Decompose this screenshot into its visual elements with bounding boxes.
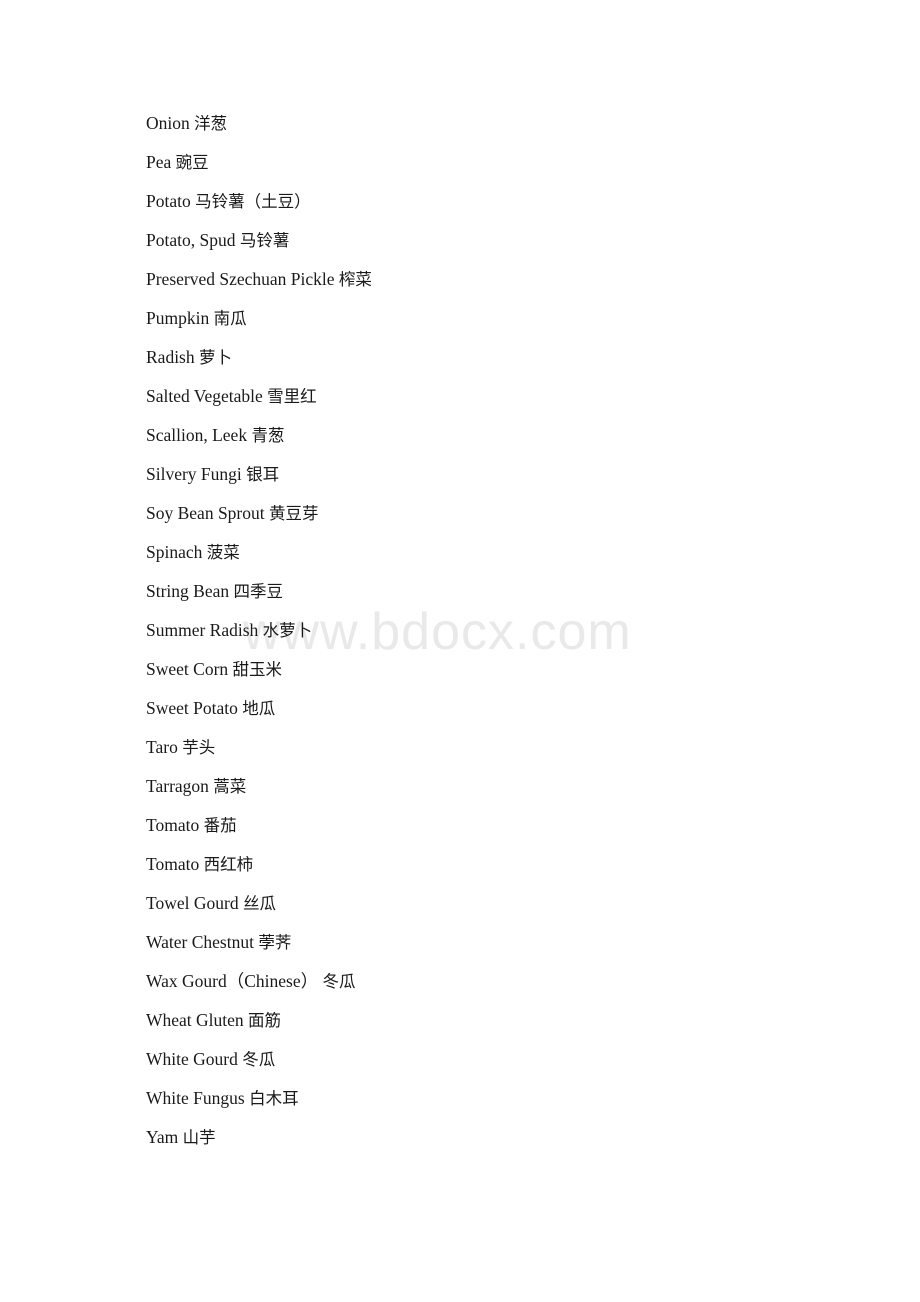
list-item: Salted Vegetable 雪里红: [146, 377, 846, 416]
entry-chinese: 榨菜: [338, 270, 372, 289]
entry-english: Wax Gourd（Chinese）: [146, 971, 319, 991]
entry-chinese: 豌豆: [175, 153, 209, 172]
list-item: Radish 萝卜: [146, 338, 846, 377]
vocabulary-list: Onion 洋葱 Pea 豌豆 Potato 马铃薯（土豆） Potato, Spud…: [146, 104, 846, 1157]
list-item: White Gourd 冬瓜: [146, 1040, 846, 1079]
entry-english: Pea: [146, 152, 172, 172]
list-item: Wax Gourd（Chinese） 冬瓜: [146, 962, 846, 1001]
document-page: www.bdocx.com Onion 洋葱 Pea 豌豆 Potato 马铃薯（土…: [0, 0, 920, 1302]
entry-english: Onion: [146, 113, 190, 133]
entry-chinese: 荸荠: [258, 933, 292, 952]
list-item: Pea 豌豆: [146, 143, 846, 182]
entry-english: Salted Vegetable: [146, 386, 263, 406]
entry-chinese: 银耳: [246, 465, 280, 484]
entry-english: Water Chestnut: [146, 932, 254, 952]
entry-chinese: 蒿菜: [213, 777, 247, 796]
entry-english: White Gourd: [146, 1049, 238, 1069]
entry-chinese: 黄豆芽: [269, 504, 319, 523]
list-item: Preserved Szechuan Pickle 榨菜: [146, 260, 846, 299]
entry-english: Tomato: [146, 854, 200, 874]
entry-chinese: 甜玉米: [232, 660, 283, 679]
list-item: Onion 洋葱: [146, 104, 846, 143]
list-item: Yam 山芋: [146, 1118, 846, 1157]
list-item: Tarragon 蒿菜: [146, 767, 846, 806]
list-item: Potato 马铃薯（土豆）: [146, 182, 846, 221]
list-item: String Bean 四季豆: [146, 572, 846, 611]
entry-chinese: 水萝卜: [262, 621, 313, 640]
list-item: Towel Gourd 丝瓜: [146, 884, 846, 923]
entry-english: Summer Radish: [146, 620, 259, 640]
entry-chinese: 冬瓜: [322, 972, 356, 991]
entry-chinese: 山芋: [182, 1128, 216, 1147]
entry-english: Wheat Gluten: [146, 1010, 244, 1030]
entry-chinese: 青葱: [251, 426, 285, 445]
list-item: Wheat Gluten 面筋: [146, 1001, 846, 1040]
entry-chinese: 菠菜: [206, 543, 240, 562]
entry-english: Scallion, Leek: [146, 425, 248, 445]
list-item: Sweet Corn 甜玉米: [146, 650, 846, 689]
entry-english: Potato, Spud: [146, 230, 236, 250]
entry-chinese: 丝瓜: [242, 894, 276, 913]
entry-chinese: 冬瓜: [242, 1050, 276, 1069]
list-item: Summer Radish 水萝卜: [146, 611, 846, 650]
list-item: Soy Bean Sprout 黄豆芽: [146, 494, 846, 533]
entry-english: Silvery Fungi: [146, 464, 242, 484]
list-item: Taro 芋头: [146, 728, 846, 767]
entry-chinese: 地瓜: [242, 699, 276, 718]
list-item: Spinach 菠菜: [146, 533, 846, 572]
entry-chinese: 芋头: [182, 738, 216, 757]
entry-english: Tarragon: [146, 776, 209, 796]
entry-english: Radish: [146, 347, 195, 367]
entry-english: Yam: [146, 1127, 179, 1147]
list-item: Tomato 西红柿: [146, 845, 846, 884]
entry-english: Preserved Szechuan Pickle: [146, 269, 335, 289]
list-item: Tomato 番茄: [146, 806, 846, 845]
entry-chinese: 西红柿: [203, 855, 254, 874]
list-item: Water Chestnut 荸荠: [146, 923, 846, 962]
entry-english: Sweet Potato: [146, 698, 238, 718]
list-item: Pumpkin 南瓜: [146, 299, 846, 338]
entry-english: Sweet Corn: [146, 659, 229, 679]
entry-chinese: 马铃薯: [239, 231, 290, 250]
entry-english: Soy Bean Sprout: [146, 503, 265, 523]
entry-chinese: 面筋: [248, 1011, 282, 1030]
entry-english: Tomato: [146, 815, 200, 835]
entry-chinese: 番茄: [203, 816, 237, 835]
entry-chinese: 四季豆: [233, 582, 284, 601]
entry-english: Spinach: [146, 542, 203, 562]
list-item: White Fungus 白木耳: [146, 1079, 846, 1118]
entry-chinese: 雪里红: [267, 387, 317, 406]
entry-chinese: 南瓜: [213, 309, 247, 328]
list-item: Potato, Spud 马铃薯: [146, 221, 846, 260]
entry-english: White Fungus: [146, 1088, 245, 1108]
entry-english: Towel Gourd: [146, 893, 239, 913]
list-item: Silvery Fungi 银耳: [146, 455, 846, 494]
list-item: Sweet Potato 地瓜: [146, 689, 846, 728]
entry-english: String Bean: [146, 581, 230, 601]
list-item: Scallion, Leek 青葱: [146, 416, 846, 455]
entry-english: Taro: [146, 737, 178, 757]
entry-chinese: 洋葱: [194, 114, 228, 133]
entry-english: Pumpkin: [146, 308, 210, 328]
entry-english: Potato: [146, 191, 191, 211]
entry-chinese: 萝卜: [199, 348, 232, 367]
entry-chinese: 马铃薯（土豆）: [195, 192, 311, 211]
entry-chinese: 白木耳: [249, 1089, 299, 1108]
